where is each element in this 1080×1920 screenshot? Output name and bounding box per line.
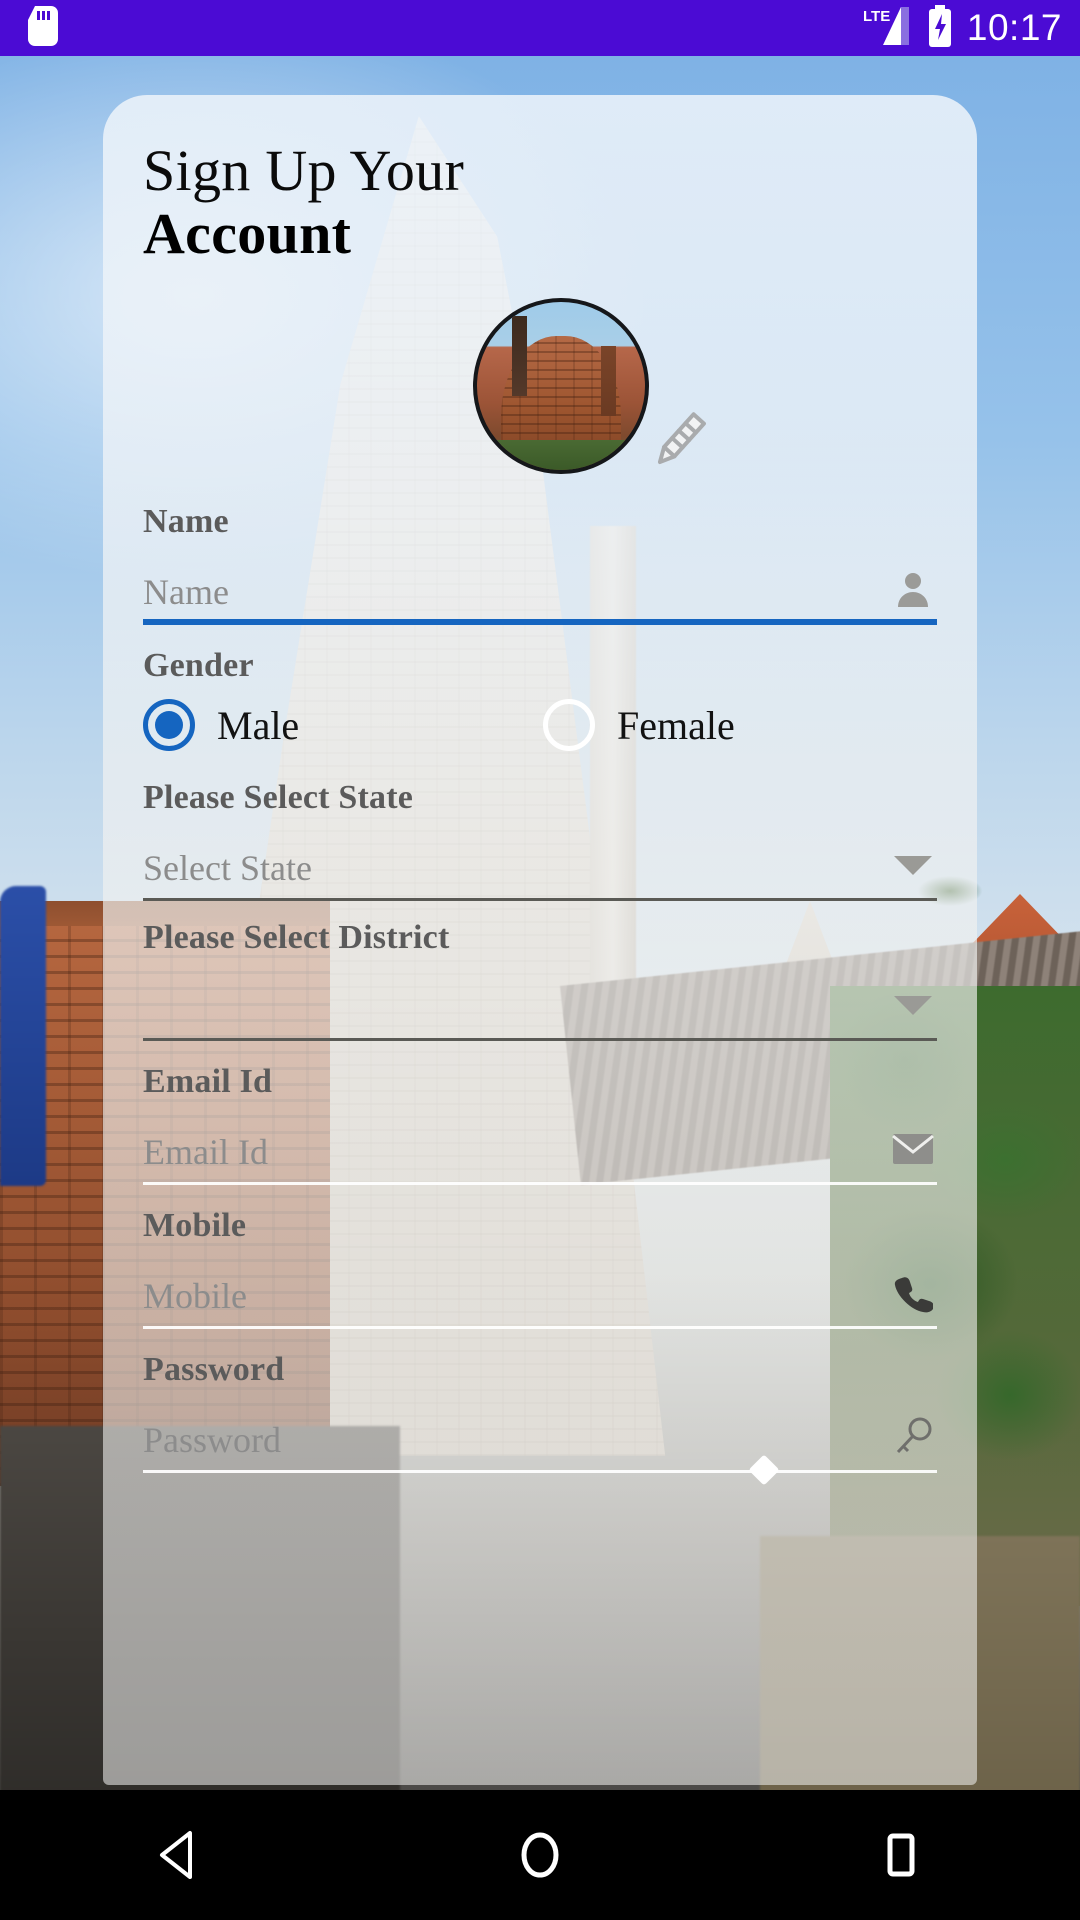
- radio-female-icon[interactable]: [543, 699, 595, 752]
- state-spinner[interactable]: Select State: [143, 823, 937, 902]
- gender-radio-group: Male Female: [143, 699, 937, 752]
- back-button[interactable]: [120, 1810, 240, 1900]
- field-label-password: Password: [143, 1351, 285, 1389]
- chevron-down-icon[interactable]: [891, 843, 935, 887]
- lte-signal-icon: LTE: [861, 5, 913, 52]
- phone-icon: [891, 1271, 935, 1315]
- avatar-foliage: [477, 440, 645, 471]
- mobile-input-placeholder: Mobile: [143, 1276, 247, 1317]
- email-input-placeholder: Email Id: [143, 1132, 268, 1173]
- envelope-icon: [891, 1127, 935, 1171]
- status-bar-clock: 10:17: [966, 7, 1062, 48]
- signup-card: Sign Up Your Account Name Name Gender Ma…: [103, 95, 977, 1785]
- pencil-edit-icon[interactable]: [641, 405, 715, 479]
- avatar-section: [143, 283, 937, 493]
- mobile-input[interactable]: Mobile: [143, 1251, 937, 1330]
- field-label-mobile: Mobile: [143, 1207, 247, 1245]
- field-mobile: Mobile Mobile: [143, 1207, 937, 1330]
- status-bar-right-cluster: LTE 10:17: [861, 4, 1062, 52]
- recents-button[interactable]: [840, 1810, 960, 1900]
- field-state: Please Select State Select State: [143, 779, 937, 902]
- radio-label-female: Female: [617, 702, 735, 748]
- password-input[interactable]: Password: [143, 1395, 937, 1486]
- radio-male-icon[interactable]: [143, 699, 195, 752]
- field-password: Password Password: [143, 1351, 937, 1486]
- svg-text:LTE: LTE: [863, 8, 890, 25]
- password-input-placeholder: Password: [143, 1420, 282, 1461]
- radio-male-dot: [155, 711, 183, 740]
- field-district: Please Select District: [143, 919, 937, 1042]
- page-title-line2: Account: [143, 200, 352, 266]
- person-icon: [891, 567, 935, 611]
- chevron-down-icon[interactable]: [891, 983, 935, 1027]
- email-input[interactable]: Email Id: [143, 1107, 937, 1186]
- page-title-line1: Sign Up Your: [143, 138, 465, 203]
- avatar-stack-right: [601, 345, 617, 417]
- radio-option-female[interactable]: Female: [543, 699, 735, 752]
- field-label-district: Please Select District: [143, 919, 450, 957]
- android-navigation-bar: [0, 1790, 1080, 1920]
- background-person: [0, 886, 46, 1186]
- email-underline: [143, 1182, 937, 1186]
- name-input[interactable]: Name: [143, 547, 937, 626]
- key-icon: [891, 1415, 935, 1459]
- field-name: Name Name: [143, 503, 937, 626]
- field-label-email: Email Id: [143, 1063, 273, 1101]
- field-email: Email Id Email Id: [143, 1063, 937, 1186]
- password-underline: [143, 1470, 937, 1474]
- name-underline: [143, 619, 937, 626]
- home-button[interactable]: [480, 1810, 600, 1900]
- mobile-underline: [143, 1326, 937, 1330]
- radio-label-male: Male: [217, 702, 300, 748]
- field-label-name: Name: [143, 503, 229, 541]
- avatar-stack-left: [512, 315, 528, 397]
- name-input-placeholder: Name: [143, 572, 229, 613]
- field-label-state: Please Select State: [143, 779, 414, 817]
- radio-option-male[interactable]: Male: [143, 699, 543, 752]
- battery-charging-icon: [927, 4, 953, 52]
- field-gender: Gender Male Female: [143, 647, 937, 752]
- district-spinner[interactable]: [143, 963, 937, 1042]
- state-underline: [143, 898, 937, 902]
- sd-card-icon: [28, 5, 58, 51]
- status-bar: LTE 10:17: [0, 0, 1080, 56]
- state-spinner-value: Select State: [143, 848, 312, 889]
- field-label-gender: Gender: [143, 647, 254, 685]
- avatar[interactable]: [473, 298, 649, 475]
- district-underline: [143, 1038, 937, 1042]
